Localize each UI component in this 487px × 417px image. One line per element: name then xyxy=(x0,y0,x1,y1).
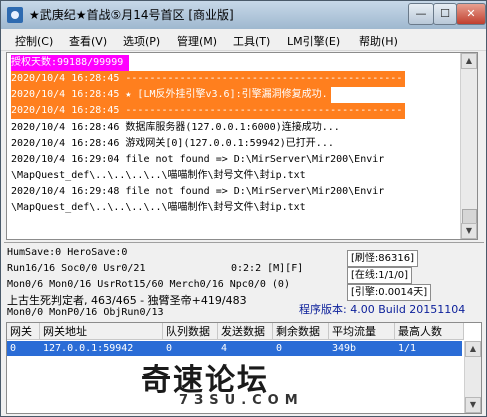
cell-remaining-data: 0 xyxy=(276,343,283,354)
column-header[interactable]: 网关 xyxy=(7,323,40,340)
online-count: [在线:1/1/0] xyxy=(347,267,412,284)
refresh-count: [刷怪:86316] xyxy=(347,250,418,267)
log-line-separator: 2020/10/4 16:28:45 ---------------------… xyxy=(11,103,406,119)
run-status: Run16/16 Soc0/0 Usr0/21 xyxy=(7,263,146,274)
log-line-file-not-found: 2020/10/4 16:29:04 file not found => D:\… xyxy=(11,154,385,165)
title-bar[interactable]: ★武庚纪★首战⑤月14号首区 [商业版] — ☐ ✕ xyxy=(1,1,486,29)
cell-gateway-address: 127.0.0.1:59942 xyxy=(43,343,134,354)
log-line-file-path: \MapQuest_def\..\..\..\..\喵喵制作\封号文件\封ip.… xyxy=(11,202,306,213)
menu-lm-engine[interactable]: LM引擎(E) xyxy=(287,33,340,49)
column-header[interactable]: 平均流量 xyxy=(329,323,395,340)
window-title: ★武庚纪★首战⑤月14号首区 [商业版] xyxy=(29,8,234,22)
log-line-gateway-open: 2020/10/4 16:28:46 游戏网关[0](127.0.0.1:599… xyxy=(11,138,334,149)
uptime-status: 0:2:2 [M][F] xyxy=(231,263,304,274)
log-line-file-not-found: 2020/10/4 16:29:48 file not found => D:\… xyxy=(11,186,385,197)
server-window: ★武庚纪★首战⑤月14号首区 [商业版] — ☐ ✕ 控制(C) 查看(V) 选… xyxy=(0,0,487,417)
engine-days: [引擎:0.0014天] xyxy=(347,284,432,301)
column-header[interactable]: 网关地址 xyxy=(40,323,163,340)
app-icon xyxy=(7,7,23,23)
log-line-license: 授权天数:99188/99999 xyxy=(11,55,130,71)
cell-sent-data: 4 xyxy=(221,343,228,354)
scroll-up-icon[interactable]: ▲ xyxy=(461,53,477,69)
objrun-status: Mon0/0 MonP0/16 ObjRun0/13 xyxy=(7,307,164,318)
cell-avg-traffic: 349b xyxy=(332,343,357,354)
column-header[interactable]: 剩余数据 xyxy=(273,323,329,340)
menu-control[interactable]: 控制(C) xyxy=(15,33,53,49)
log-line-separator: 2020/10/4 16:28:45 ---------------------… xyxy=(11,71,406,87)
cell-queue-data: 0 xyxy=(166,343,173,354)
log-panel[interactable]: 授权天数:99188/99999 2020/10/4 16:28:45 ----… xyxy=(6,52,478,240)
divider xyxy=(4,242,484,243)
close-button[interactable]: ✕ xyxy=(456,3,486,25)
cell-max-players: 1/1 xyxy=(398,343,417,354)
menu-view[interactable]: 查看(V) xyxy=(69,33,107,49)
scroll-up-icon[interactable]: ▲ xyxy=(465,341,481,357)
table-row[interactable]: 0 127.0.0.1:59942 0 4 0 349b 1/1 xyxy=(7,341,462,356)
column-header[interactable]: 发送数据 xyxy=(218,323,273,340)
boss-status: 上古生死判定者, 463/465 - 独臂圣帝+419/483 xyxy=(7,294,247,307)
log-line-engine-fix: 2020/10/4 16:28:45 ★ [LM反外挂引擎v3.6]:引擎漏洞修… xyxy=(11,87,331,103)
monster-status: Mon0/6 Mon0/16 UsrRot15/60 Merch0/16 Npc… xyxy=(7,279,290,290)
menu-manage[interactable]: 管理(M) xyxy=(177,33,217,49)
humsave-status: HumSave:0 HeroSave:0 xyxy=(7,247,128,258)
minimize-button[interactable]: — xyxy=(408,3,434,25)
log-scrollbar[interactable]: ▲ ▼ xyxy=(460,53,477,239)
menu-tools[interactable]: 工具(T) xyxy=(233,33,270,49)
column-header[interactable]: 队列数据 xyxy=(163,323,218,340)
cell-gateway-id: 0 xyxy=(10,343,17,354)
scroll-down-icon[interactable]: ▼ xyxy=(465,397,481,413)
log-line-db-connect: 2020/10/4 16:28:46 数据库服务器(127.0.0.1:6000… xyxy=(11,122,340,133)
table-scrollbar[interactable]: ▲ ▼ xyxy=(464,341,481,413)
watermark-logo: 奇速论坛 7ЗSU.COM xyxy=(141,355,341,415)
menu-options[interactable]: 选项(P) xyxy=(123,33,160,49)
scroll-down-icon[interactable]: ▼ xyxy=(461,223,477,239)
menu-bar: 控制(C) 查看(V) 选项(P) 管理(M) 工具(T) LM引擎(E) 帮助… xyxy=(1,30,486,51)
column-header[interactable]: 最高人数 xyxy=(395,323,464,340)
program-version: 程序版本: 4.00 Build 20151104 xyxy=(299,303,466,316)
menu-help[interactable]: 帮助(H) xyxy=(359,33,398,49)
maximize-button[interactable]: ☐ xyxy=(433,3,457,25)
watermark-sub: 7ЗSU.COM xyxy=(179,393,304,408)
log-line-file-path: \MapQuest_def\..\..\..\..\喵喵制作\封号文件\封ip.… xyxy=(11,170,306,181)
